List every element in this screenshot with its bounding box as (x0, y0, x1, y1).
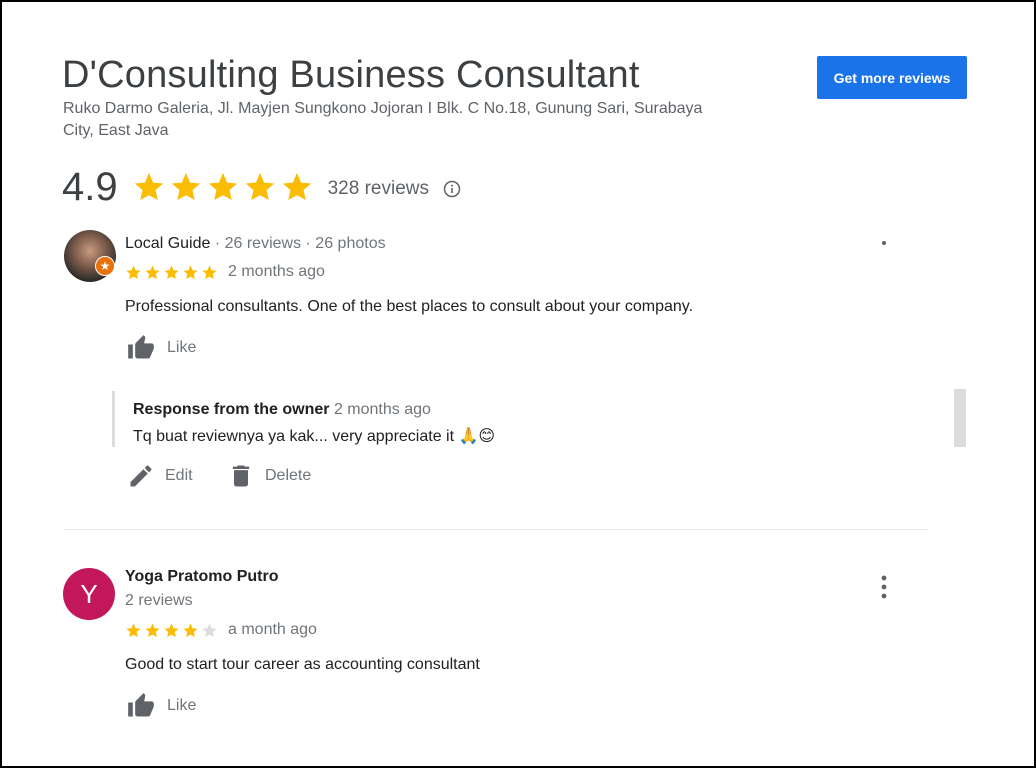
local-guide-badge-icon: ★ (95, 256, 115, 276)
review-count[interactable]: 328 reviews (328, 178, 429, 200)
rating-value: 4.9 (62, 164, 118, 209)
star-icon (171, 172, 200, 201)
review-rating-row: a month ago (125, 621, 317, 639)
more-vert-icon[interactable] (880, 234, 888, 252)
delete-button[interactable]: Delete (227, 462, 311, 490)
rating-summary: 4.9 328 reviews (62, 162, 461, 212)
reviewer-avatar[interactable]: ★ (64, 230, 116, 282)
star-icon (126, 264, 141, 279)
thumb-up-icon (128, 335, 154, 359)
star-icon (126, 622, 141, 637)
review-stars (125, 264, 218, 281)
star-icon (145, 264, 160, 279)
business-address: Ruko Darmo Galeria, Jl. Mayjen Sungkono … (63, 100, 703, 139)
owner-response-title: Response from the owner (133, 401, 330, 418)
like-button[interactable]: Like (125, 334, 196, 362)
review-time: 2 months ago (228, 263, 325, 280)
more-vert-icon[interactable] (879, 574, 889, 605)
star-icon (202, 622, 217, 637)
star-icon (202, 264, 217, 279)
star-icon (145, 622, 160, 637)
thumb-up-icon (128, 693, 154, 717)
star-icon (282, 172, 311, 201)
rating-stars (132, 170, 314, 204)
reviewer-meta: Local Guide · 26 reviews · 26 photos (125, 235, 386, 253)
review-rating-row: 2 months ago (125, 263, 325, 281)
star-icon (183, 264, 198, 279)
review-text: Good to start tour career as accounting … (125, 656, 480, 673)
star-icon (164, 622, 179, 637)
scrollbar-thumb[interactable] (954, 389, 966, 447)
owner-response-time: 2 months ago (333, 401, 431, 418)
business-title: D'Consulting Business Consultant (62, 54, 640, 96)
review-stars (125, 622, 218, 639)
reviewer-name[interactable]: Yoga Pratomo Putro (125, 568, 279, 586)
edit-button[interactable]: Edit (127, 462, 193, 490)
reviewer-avatar[interactable]: Y (63, 568, 115, 620)
reviewer-stats: · 26 reviews · 26 photos (210, 235, 386, 252)
owner-response-text: Tq buat reviewnya ya kak... very appreci… (133, 428, 496, 445)
info-icon[interactable] (443, 180, 461, 198)
star-icon (245, 172, 274, 201)
divider (63, 529, 928, 530)
trash-icon (232, 465, 250, 487)
owner-response: Response from the owner 2 months ago Tq … (112, 391, 915, 447)
like-label: Like (167, 697, 197, 714)
like-label: Like (167, 339, 197, 356)
owner-response-header: Response from the owner 2 months ago (133, 401, 431, 419)
edit-label: Edit (165, 467, 193, 484)
pencil-icon (130, 465, 152, 487)
like-button[interactable]: Like (125, 692, 196, 720)
star-icon (134, 172, 163, 201)
reviewer-stats: 2 reviews (125, 592, 193, 609)
delete-label: Delete (265, 467, 312, 484)
review-text: Professional consultants. One of the bes… (125, 298, 694, 315)
star-icon (183, 622, 198, 637)
review-panel: D'Consulting Business Consultant Ruko Da… (0, 0, 1036, 768)
star-icon (208, 172, 237, 201)
get-more-reviews-button[interactable]: Get more reviews (817, 56, 967, 99)
review-time: a month ago (228, 621, 317, 638)
reviewer-label[interactable]: Local Guide (125, 235, 210, 252)
star-icon (164, 264, 179, 279)
